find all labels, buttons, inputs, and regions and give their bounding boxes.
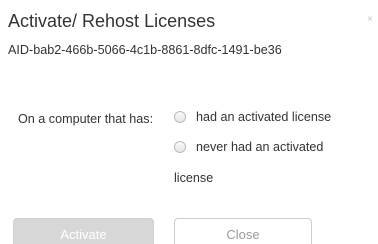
radio-never-activated-label-wrap: license (174, 171, 214, 185)
dialog-title: Activate/ Rehost Licenses (8, 11, 216, 31)
close-icon[interactable]: × (367, 15, 373, 25)
radio-unchecked-icon[interactable] (174, 141, 186, 153)
activate-rehost-dialog: Activate/ Rehost Licenses × AID-bab2-466… (0, 0, 378, 244)
radio-unchecked-icon[interactable] (174, 111, 186, 123)
close-button[interactable]: Close (174, 218, 312, 244)
radio-never-activated-label: never had an activated (196, 140, 324, 154)
radio-never-activated[interactable]: never had an activated (174, 140, 323, 154)
computer-state-label: On a computer that has: (18, 112, 154, 126)
activation-id: AID-bab2-466b-5066-4c1b-8861-8dfc-1491-b… (8, 43, 282, 57)
radio-had-activated-label: had an activated license (196, 110, 332, 124)
radio-had-activated-license[interactable]: had an activated license (174, 110, 331, 124)
activate-button[interactable]: Activate (13, 218, 154, 244)
